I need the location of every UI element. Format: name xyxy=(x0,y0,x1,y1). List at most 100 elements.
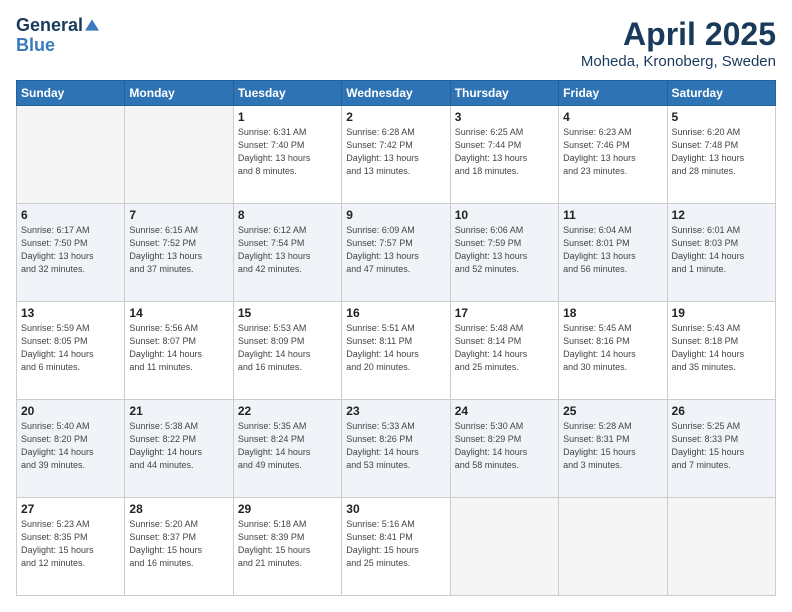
day-number: 2 xyxy=(346,110,445,124)
day-number: 26 xyxy=(672,404,771,418)
day-info: Sunrise: 5:51 AM Sunset: 8:11 PM Dayligh… xyxy=(346,322,445,374)
day-info: Sunrise: 5:30 AM Sunset: 8:29 PM Dayligh… xyxy=(455,420,554,472)
col-saturday: Saturday xyxy=(667,81,775,106)
day-number: 14 xyxy=(129,306,228,320)
logo: General Blue xyxy=(16,16,99,56)
calendar-table: Sunday Monday Tuesday Wednesday Thursday… xyxy=(16,80,776,596)
day-info: Sunrise: 5:43 AM Sunset: 8:18 PM Dayligh… xyxy=(672,322,771,374)
calendar-cell-w1-d1 xyxy=(17,106,125,204)
title-block: April 2025 Moheda, Kronoberg, Sweden xyxy=(581,16,776,70)
calendar-cell-w4-d5: 24 Sunrise: 5:30 AM Sunset: 8:29 PM Dayli… xyxy=(450,400,558,498)
day-number: 20 xyxy=(21,404,120,418)
day-info: Sunrise: 5:35 AM Sunset: 8:24 PM Dayligh… xyxy=(238,420,337,472)
day-number: 18 xyxy=(563,306,662,320)
day-number: 16 xyxy=(346,306,445,320)
calendar-cell-w2-d3: 8Sunrise: 6:12 AM Sunset: 7:54 PM Daylig… xyxy=(233,204,341,302)
logo-icon xyxy=(85,18,99,32)
calendar-cell-w5-d2: 28 Sunrise: 5:20 AM Sunset: 8:37 PM Dayli… xyxy=(125,498,233,596)
day-info: Sunrise: 6:31 AM Sunset: 7:40 PM Dayligh… xyxy=(238,126,337,178)
day-number: 30 xyxy=(346,502,445,516)
calendar-cell-w2-d2: 7Sunrise: 6:15 AM Sunset: 7:52 PM Daylig… xyxy=(125,204,233,302)
day-info: Sunrise: 5:45 AM Sunset: 8:16 PM Dayligh… xyxy=(563,322,662,374)
calendar-cell-w2-d1: 6 Sunrise: 6:17 AM Sunset: 7:50 PM Daylig… xyxy=(17,204,125,302)
day-info: Sunrise: 6:25 AM Sunset: 7:44 PM Dayligh… xyxy=(455,126,554,178)
day-info: Sunrise: 6:28 AM Sunset: 7:42 PM Dayligh… xyxy=(346,126,445,178)
col-friday: Friday xyxy=(559,81,667,106)
day-info: Sunrise: 6:01 AM Sunset: 8:03 PM Dayligh… xyxy=(672,224,771,276)
header: General Blue April 2025 Moheda, Kronober… xyxy=(16,16,776,70)
col-thursday: Thursday xyxy=(450,81,558,106)
location: Moheda, Kronoberg, Sweden xyxy=(581,53,776,70)
calendar-cell-w5-d3: 29Sunrise: 5:18 AM Sunset: 8:39 PM Dayli… xyxy=(233,498,341,596)
day-number: 9 xyxy=(346,208,445,222)
day-number: 13 xyxy=(21,306,120,320)
day-info: Sunrise: 5:40 AM Sunset: 8:20 PM Dayligh… xyxy=(21,420,120,472)
calendar-cell-w4-d6: 25 Sunrise: 5:28 AM Sunset: 8:31 PM Dayli… xyxy=(559,400,667,498)
day-info: Sunrise: 6:15 AM Sunset: 7:52 PM Dayligh… xyxy=(129,224,228,276)
day-info: Sunrise: 6:20 AM Sunset: 7:48 PM Dayligh… xyxy=(672,126,771,178)
day-info: Sunrise: 5:53 AM Sunset: 8:09 PM Dayligh… xyxy=(238,322,337,374)
day-number: 21 xyxy=(129,404,228,418)
calendar-cell-w2-d5: 10Sunrise: 6:06 AM Sunset: 7:59 PM Dayli… xyxy=(450,204,558,302)
calendar-cell-w1-d3: 1Sunrise: 6:31 AM Sunset: 7:40 PM Daylig… xyxy=(233,106,341,204)
day-number: 3 xyxy=(455,110,554,124)
calendar-cell-w5-d6 xyxy=(559,498,667,596)
day-number: 12 xyxy=(672,208,771,222)
calendar-cell-w4-d2: 21 Sunrise: 5:38 AM Sunset: 8:22 PM Dayli… xyxy=(125,400,233,498)
day-info: Sunrise: 5:56 AM Sunset: 8:07 PM Dayligh… xyxy=(129,322,228,374)
day-info: Sunrise: 6:23 AM Sunset: 7:46 PM Dayligh… xyxy=(563,126,662,178)
calendar-cell-w5-d5 xyxy=(450,498,558,596)
day-info: Sunrise: 5:16 AM Sunset: 8:41 PM Dayligh… xyxy=(346,518,445,570)
day-number: 24 xyxy=(455,404,554,418)
col-sunday: Sunday xyxy=(17,81,125,106)
day-info: Sunrise: 5:33 AM Sunset: 8:26 PM Dayligh… xyxy=(346,420,445,472)
calendar-row-3: 13 Sunrise: 5:59 AM Sunset: 8:05 PM Dayli… xyxy=(17,302,776,400)
col-tuesday: Tuesday xyxy=(233,81,341,106)
calendar-cell-w3-d1: 13 Sunrise: 5:59 AM Sunset: 8:05 PM Dayli… xyxy=(17,302,125,400)
day-number: 6 xyxy=(21,208,120,222)
calendar-row-2: 6 Sunrise: 6:17 AM Sunset: 7:50 PM Daylig… xyxy=(17,204,776,302)
calendar-cell-w2-d7: 12 Sunrise: 6:01 AM Sunset: 8:03 PM Dayli… xyxy=(667,204,775,302)
day-info: Sunrise: 5:28 AM Sunset: 8:31 PM Dayligh… xyxy=(563,420,662,472)
col-monday: Monday xyxy=(125,81,233,106)
day-info: Sunrise: 6:06 AM Sunset: 7:59 PM Dayligh… xyxy=(455,224,554,276)
day-info: Sunrise: 6:17 AM Sunset: 7:50 PM Dayligh… xyxy=(21,224,120,276)
day-info: Sunrise: 5:59 AM Sunset: 8:05 PM Dayligh… xyxy=(21,322,120,374)
day-number: 19 xyxy=(672,306,771,320)
calendar-cell-w1-d4: 2 Sunrise: 6:28 AM Sunset: 7:42 PM Daylig… xyxy=(342,106,450,204)
calendar-cell-w1-d5: 3 Sunrise: 6:25 AM Sunset: 7:44 PM Daylig… xyxy=(450,106,558,204)
day-info: Sunrise: 5:38 AM Sunset: 8:22 PM Dayligh… xyxy=(129,420,228,472)
day-info: Sunrise: 5:20 AM Sunset: 8:37 PM Dayligh… xyxy=(129,518,228,570)
day-number: 23 xyxy=(346,404,445,418)
calendar-cell-w3-d6: 18 Sunrise: 5:45 AM Sunset: 8:16 PM Dayli… xyxy=(559,302,667,400)
calendar-cell-w5-d7 xyxy=(667,498,775,596)
day-number: 28 xyxy=(129,502,228,516)
col-wednesday: Wednesday xyxy=(342,81,450,106)
calendar-cell-w3-d3: 15 Sunrise: 5:53 AM Sunset: 8:09 PM Dayli… xyxy=(233,302,341,400)
calendar-cell-w5-d1: 27 Sunrise: 5:23 AM Sunset: 8:35 PM Dayli… xyxy=(17,498,125,596)
calendar-cell-w1-d6: 4Sunrise: 6:23 AM Sunset: 7:46 PM Daylig… xyxy=(559,106,667,204)
calendar-cell-w1-d7: 5 Sunrise: 6:20 AM Sunset: 7:48 PM Daylig… xyxy=(667,106,775,204)
month-title: April 2025 xyxy=(581,16,776,53)
logo-text-general: General xyxy=(16,16,83,36)
calendar-row-5: 27 Sunrise: 5:23 AM Sunset: 8:35 PM Dayli… xyxy=(17,498,776,596)
calendar-cell-w2-d4: 9Sunrise: 6:09 AM Sunset: 7:57 PM Daylig… xyxy=(342,204,450,302)
day-number: 25 xyxy=(563,404,662,418)
calendar-cell-w4-d3: 22 Sunrise: 5:35 AM Sunset: 8:24 PM Dayli… xyxy=(233,400,341,498)
day-number: 22 xyxy=(238,404,337,418)
day-info: Sunrise: 5:48 AM Sunset: 8:14 PM Dayligh… xyxy=(455,322,554,374)
calendar-row-4: 20 Sunrise: 5:40 AM Sunset: 8:20 PM Dayli… xyxy=(17,400,776,498)
day-info: Sunrise: 5:25 AM Sunset: 8:33 PM Dayligh… xyxy=(672,420,771,472)
calendar-cell-w5-d4: 30 Sunrise: 5:16 AM Sunset: 8:41 PM Dayli… xyxy=(342,498,450,596)
calendar-cell-w1-d2 xyxy=(125,106,233,204)
day-number: 15 xyxy=(238,306,337,320)
calendar-cell-w4-d7: 26 Sunrise: 5:25 AM Sunset: 8:33 PM Dayli… xyxy=(667,400,775,498)
calendar-cell-w2-d6: 11Sunrise: 6:04 AM Sunset: 8:01 PM Dayli… xyxy=(559,204,667,302)
day-number: 27 xyxy=(21,502,120,516)
calendar-cell-w4-d4: 23 Sunrise: 5:33 AM Sunset: 8:26 PM Dayli… xyxy=(342,400,450,498)
day-info: Sunrise: 6:04 AM Sunset: 8:01 PM Dayligh… xyxy=(563,224,662,276)
day-number: 5 xyxy=(672,110,771,124)
calendar-header-row: Sunday Monday Tuesday Wednesday Thursday… xyxy=(17,81,776,106)
day-number: 17 xyxy=(455,306,554,320)
day-info: Sunrise: 5:23 AM Sunset: 8:35 PM Dayligh… xyxy=(21,518,120,570)
